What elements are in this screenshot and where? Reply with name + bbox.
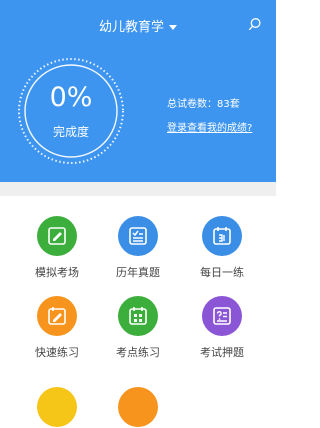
quick-practice-button[interactable]: 快速练习 (11, 276, 103, 359)
progress-percent: 0% (49, 82, 93, 113)
key-points-practice-button[interactable]: 考点练习 (92, 276, 184, 359)
quick-edit-icon (37, 296, 77, 336)
more-feature-button[interactable] (118, 387, 158, 427)
edit-icon (37, 216, 77, 256)
key-points-practice-label: 考点练习 (116, 346, 160, 359)
question-list-icon (202, 296, 242, 336)
grid-calendar-icon (118, 296, 158, 336)
section-divider (0, 182, 276, 196)
daily-practice-button[interactable]: 每日一练 (176, 196, 268, 279)
past-papers-button[interactable]: 历年真题 (92, 196, 184, 279)
login-view-scores-link[interactable]: 登录查看我的成绩? (167, 119, 252, 134)
exam-prediction-button[interactable]: 考试押题 (176, 276, 268, 359)
progress-label: 完成度 (52, 125, 89, 139)
subject-selector[interactable]: 幼儿教育学 (0, 16, 276, 35)
calendar-icon (202, 216, 242, 256)
checklist-icon (118, 216, 158, 256)
more-feature-button[interactable] (37, 387, 77, 427)
total-papers-count: 总试卷数：83套 (167, 99, 240, 110)
subject-title[interactable]: 幼儿教育学 (99, 20, 164, 35)
mock-exam-button[interactable]: 模拟考场 (11, 196, 103, 279)
quick-practice-label: 快速练习 (35, 346, 79, 359)
header: 幼儿教育学 0% 完成度 总试卷数：83套 登录查看我的成绩? (0, 0, 276, 182)
search-icon[interactable] (248, 17, 262, 31)
exam-prediction-label: 考试押题 (200, 346, 244, 359)
caret-down-icon[interactable] (169, 25, 177, 30)
